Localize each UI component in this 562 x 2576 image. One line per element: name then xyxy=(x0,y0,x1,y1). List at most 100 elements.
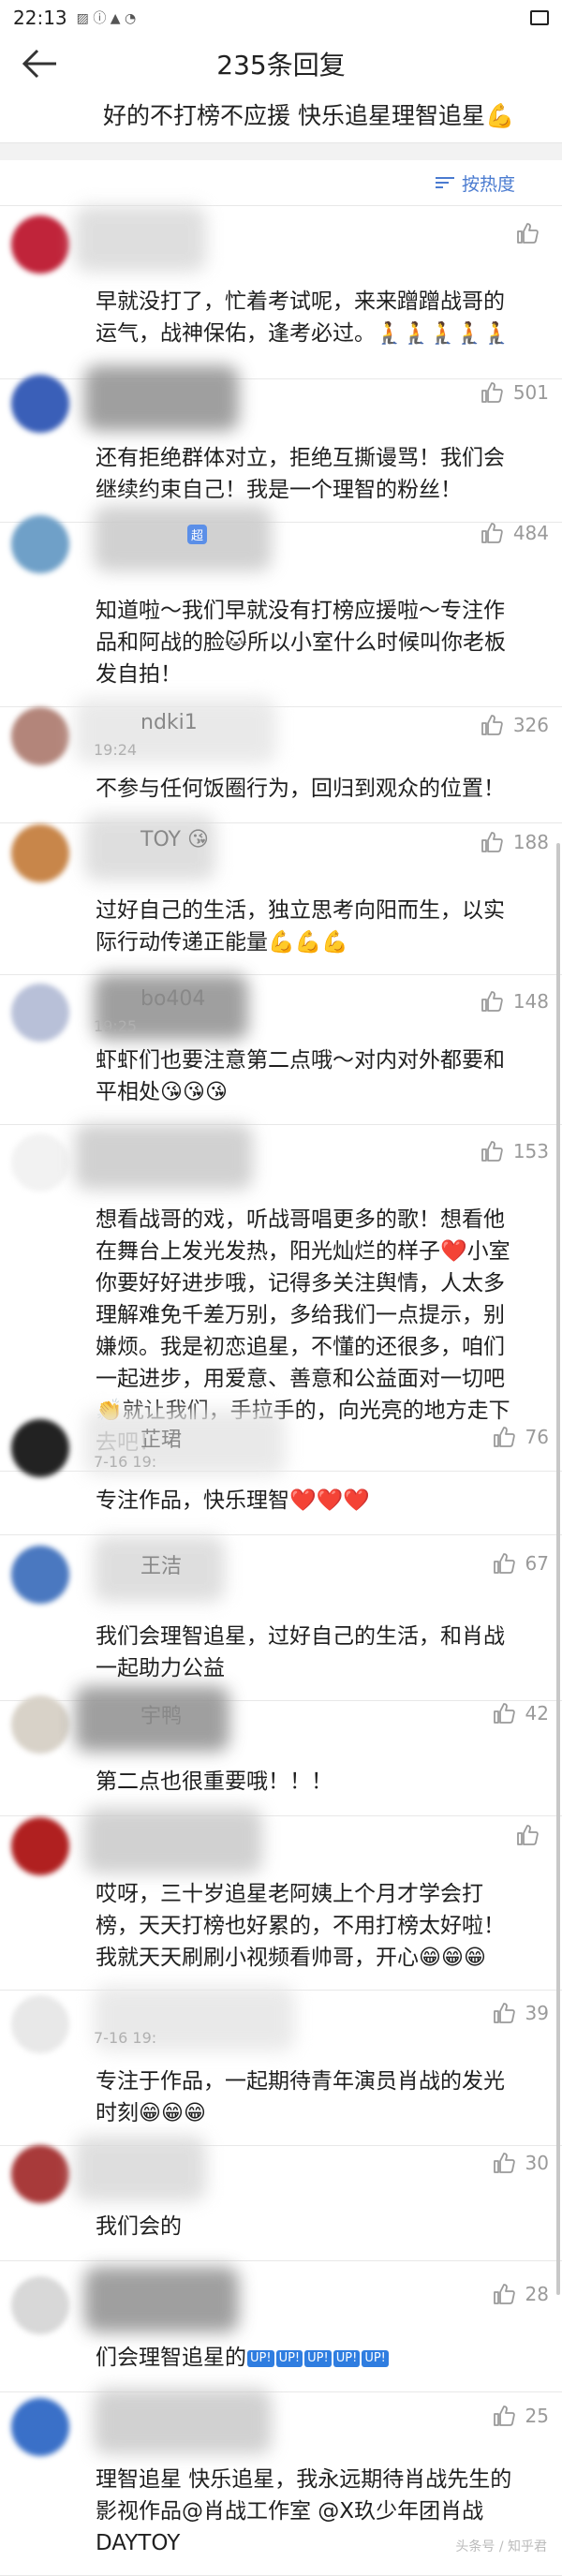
comment-text: 第二点也很重要哦！！！ xyxy=(96,1769,333,1794)
username[interactable]: bo404 xyxy=(140,987,205,1011)
username[interactable]: 王洁 xyxy=(140,1549,182,1579)
like-button[interactable] xyxy=(515,1823,549,1847)
username[interactable]: 芷珺 xyxy=(140,1423,182,1453)
avatar[interactable] xyxy=(11,1419,69,1477)
avatar[interactable] xyxy=(11,515,69,573)
section-gap xyxy=(0,142,562,160)
watermark: 头条号 / 知乎君 xyxy=(455,2539,547,2554)
username[interactable]: 宇鸭 xyxy=(140,1699,182,1729)
like-count: 42 xyxy=(525,1702,549,1725)
thumbs-up-icon xyxy=(481,991,503,1012)
comment-item[interactable]: 30 我们会的 xyxy=(0,2136,562,2261)
privacy-blur xyxy=(94,2389,272,2454)
comment-text: 过好自己的生活，独立思考向阳而生，以实际行动传递正能量💪💪💪 xyxy=(96,898,505,955)
like-button[interactable]: 30 xyxy=(492,2151,549,2175)
comment-time: 7-16 19: xyxy=(94,2029,157,2047)
avatar[interactable] xyxy=(11,1995,69,2053)
comment-text: 我们会理智追星，过好自己的生活，和肖战一起助力公益 xyxy=(96,1624,505,1680)
like-count: 28 xyxy=(525,2283,549,2305)
like-button[interactable]: 484 xyxy=(480,521,549,545)
privacy-blur xyxy=(75,2136,206,2201)
divider xyxy=(0,1534,562,1535)
avatar[interactable] xyxy=(11,824,69,882)
comment-item[interactable]: 28 们会理智追星的 UP! UP! UP! UP! UP! xyxy=(0,2267,562,2392)
thumbs-up-icon xyxy=(481,715,503,735)
comment-text: 哎呀，三十岁追星老阿姨上个月才学会打榜，天天打榜也好累的，不用打榜太好啦！我就天… xyxy=(96,1882,505,1970)
like-button[interactable]: 153 xyxy=(480,1139,549,1163)
like-button[interactable]: 76 xyxy=(492,1425,549,1449)
like-count: 484 xyxy=(512,522,549,544)
like-button[interactable]: 188 xyxy=(480,830,549,854)
thumbs-up-icon xyxy=(481,1141,503,1162)
privacy-blur xyxy=(84,2267,239,2332)
comment-item[interactable]: 501 还有拒绝群体对立，拒绝互撕谩骂！我们会继续约束自己！我是一个理智的粉丝！ xyxy=(0,365,562,523)
username[interactable]: ndki1 xyxy=(140,711,198,734)
comment-item[interactable]: ndki1 19:24 326 不参与任何饭圈行为，回归到观众的位置！ xyxy=(0,698,562,823)
avatar[interactable] xyxy=(11,2276,69,2334)
privacy-blur xyxy=(75,206,206,272)
comment-item[interactable]: 7-16 19: 39 专注于作品，一起期待青年演员肖战的发光时刻😁😁😁 xyxy=(0,1986,562,2146)
avatar[interactable] xyxy=(11,375,69,433)
like-button[interactable]: 148 xyxy=(480,989,549,1014)
thumbs-up-icon xyxy=(493,1427,515,1447)
like-button[interactable]: 67 xyxy=(492,1551,549,1576)
avatar[interactable] xyxy=(11,1817,69,1875)
avatar[interactable] xyxy=(11,2145,69,2203)
like-count: 67 xyxy=(525,1552,549,1575)
like-button[interactable] xyxy=(515,221,549,245)
thumbs-up-icon xyxy=(493,1703,515,1724)
avatar[interactable] xyxy=(11,1695,69,1754)
like-button[interactable]: 39 xyxy=(492,2001,549,2025)
thumbs-up-icon xyxy=(517,1825,539,1845)
comment-item[interactable]: 早就没打了，忙着考试呢，来来蹭蹭战哥的运气，战神保佑，逢考必过。🧎🧎🧎🧎🧎 xyxy=(0,206,562,379)
hashtag-chip[interactable]: UP! xyxy=(362,2349,389,2367)
username[interactable]: TOY 😘 xyxy=(140,828,209,851)
thumbs-up-icon xyxy=(493,1553,515,1574)
comment-text: 们会理智追星的 UP! UP! UP! UP! UP! xyxy=(96,2342,515,2374)
comment-item[interactable]: 芷珺 7-16 19: 76 专注作品，快乐理智❤️❤️❤️ xyxy=(0,1410,562,1535)
like-button[interactable]: 326 xyxy=(480,713,549,737)
sort-icon xyxy=(435,175,454,190)
comment-time: 19:25 xyxy=(94,1017,138,1035)
comment-text: 专注于作品，一起期待青年演员肖战的发光时刻😁😁😁 xyxy=(96,2069,505,2125)
hashtag-chip[interactable]: UP! xyxy=(304,2349,332,2367)
like-count: 25 xyxy=(525,2405,549,2427)
hashtag-chip[interactable]: UP! xyxy=(247,2349,274,2367)
like-count: 326 xyxy=(512,714,549,736)
comment-text: 知道啦～我们早就没有打榜应援啦～专注作品和阿战的脸🐱所以小室什么时候叫你老板发自… xyxy=(96,599,506,687)
nav-bar: 235条回复 xyxy=(0,36,562,92)
thumbs-up-icon xyxy=(481,523,503,543)
thumbs-up-icon xyxy=(493,2153,515,2173)
avatar[interactable] xyxy=(11,2398,69,2456)
privacy-blur xyxy=(75,1124,253,1190)
comment-item[interactable]: 宇鸭 42 第二点也很重要哦！！！ xyxy=(0,1686,562,1816)
like-button[interactable]: 28 xyxy=(492,2282,549,2306)
thumbs-up-icon xyxy=(481,382,503,403)
thumbs-up-icon xyxy=(493,2284,515,2304)
comment-item[interactable]: 王洁 67 我们会理智追星，过好自己的生活，和肖战一起助力公益 xyxy=(0,1536,562,1701)
sort-toggle[interactable]: 按热度 xyxy=(0,160,562,205)
comment-item[interactable]: bo404 19:25 148 虾虾们也要注意第二点哦～对内对外都要和平相处😘😘😘 xyxy=(0,974,562,1125)
status-time: 22:13 xyxy=(13,7,67,29)
privacy-blur xyxy=(84,1808,262,1873)
comment-text: 早就没打了，忙着考试呢，来来蹭蹭战哥的运气，战神保佑，逢考必过。🧎🧎🧎🧎🧎 xyxy=(96,289,510,346)
divider xyxy=(0,2260,562,2261)
avatar[interactable] xyxy=(11,1546,69,1604)
like-button[interactable]: 42 xyxy=(492,1701,549,1725)
comment-item[interactable]: 哎呀，三十岁追星老阿姨上个月才学会打榜，天天打榜也好累的，不用打榜太好啦！我就天… xyxy=(0,1808,562,1991)
avatar[interactable] xyxy=(11,984,69,1042)
status-icons: ▨ ⓘ ▲ ◔ xyxy=(76,11,137,26)
scrollbar[interactable] xyxy=(556,843,560,2295)
comment-item[interactable]: 超 484 知道啦～我们早就没有打榜应援啦～专注作品和阿战的脸🐱所以小室什么时候叫你… xyxy=(0,506,562,707)
back-arrow-icon[interactable] xyxy=(21,47,58,81)
like-button[interactable]: 25 xyxy=(492,2404,549,2428)
hashtag-chip[interactable]: UP! xyxy=(275,2349,303,2367)
avatar[interactable] xyxy=(11,215,69,274)
like-button[interactable]: 501 xyxy=(480,380,549,405)
original-post-text: 好的不打榜不应援 快乐追星理智追星💪 xyxy=(103,102,515,129)
hashtag-chip[interactable]: UP! xyxy=(333,2349,361,2367)
privacy-blur xyxy=(94,506,272,571)
comment-item[interactable]: TOY 😘 188 过好自己的生活，独立思考向阳而生，以实际行动传递正能量💪💪💪 xyxy=(0,815,562,975)
avatar[interactable] xyxy=(11,707,69,765)
avatar[interactable] xyxy=(11,1133,69,1192)
